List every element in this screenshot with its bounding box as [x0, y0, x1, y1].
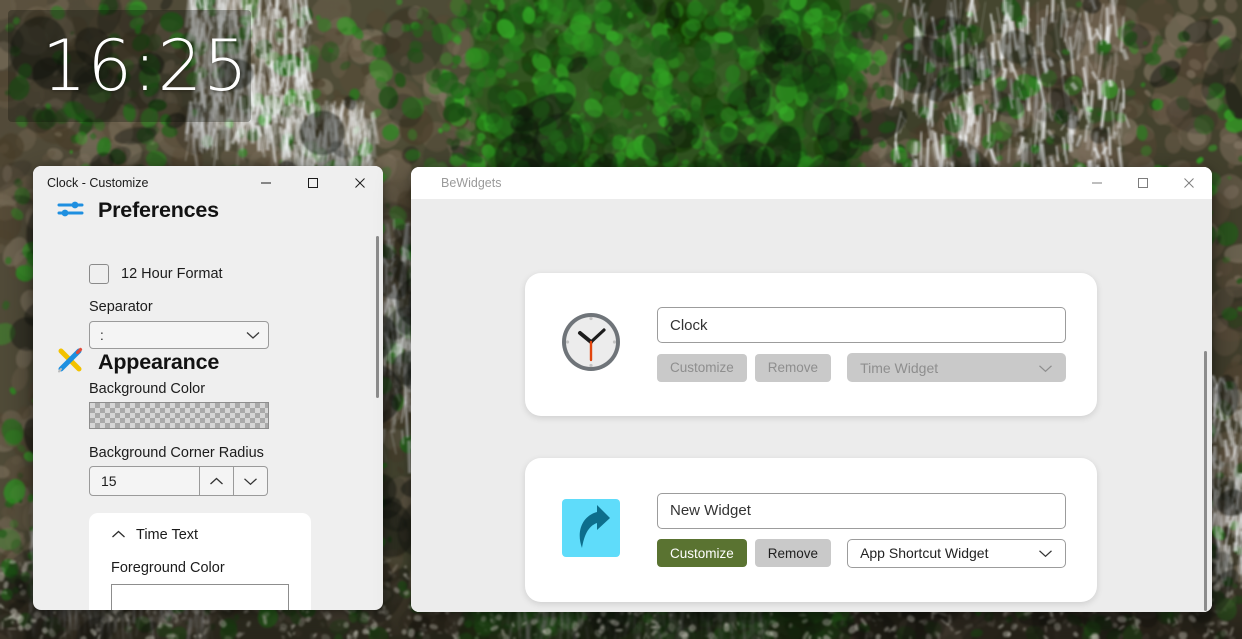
separator-select[interactable]: :: [89, 321, 269, 349]
widget-name-input[interactable]: Clock: [657, 307, 1066, 343]
chevron-down-icon: [1038, 545, 1053, 561]
stepper-down-icon[interactable]: [234, 466, 268, 496]
widget-icon-slot: [525, 496, 657, 565]
bewidgets-titlebar[interactable]: BeWidgets: [411, 167, 1212, 199]
time-text-header[interactable]: Time Text: [89, 527, 311, 543]
clock-window-titlebar[interactable]: Clock - Customize: [33, 166, 383, 200]
desktop: 16:25 Clock - Customize Preferences 12 H…: [0, 0, 1242, 639]
pencil-ruler-icon: [57, 347, 84, 378]
background-corner-radius-label: Background Corner Radius: [89, 445, 264, 461]
foreground-color-swatch[interactable]: [111, 584, 289, 610]
widget-card-clock[interactable]: Clock Customize Remove Time Widget: [525, 273, 1097, 416]
customize-button[interactable]: Customize: [657, 539, 747, 567]
stepper-up-icon[interactable]: [200, 466, 234, 496]
maximize-icon[interactable]: [1120, 167, 1166, 199]
preferences-heading: Preferences: [98, 200, 219, 222]
corner-radius-stepper[interactable]: 15: [89, 466, 268, 496]
twelve-hour-format-row[interactable]: 12 Hour Format: [33, 264, 223, 284]
chevron-up-icon[interactable]: [111, 527, 126, 543]
widget-name-input[interactable]: New Widget: [657, 492, 1066, 529]
clock-customize-window[interactable]: Clock - Customize Preferences 12 Hour Fo…: [33, 166, 383, 610]
widget-card-new-widget[interactable]: New Widget Customize Remove App Shortcut…: [525, 458, 1097, 602]
analog-clock-icon: [559, 310, 623, 379]
remove-button[interactable]: Remove: [754, 353, 832, 382]
widget-type-select[interactable]: App Shortcut Widget: [847, 538, 1066, 568]
corner-radius-value[interactable]: 15: [89, 466, 200, 496]
bewidgets-window-controls: [1074, 167, 1212, 199]
time-text-subcard: Time Text Foreground Color: [89, 513, 311, 610]
chevron-down-icon: [246, 328, 260, 343]
background-color-swatch[interactable]: [89, 402, 269, 429]
clock-window-title: Clock - Customize: [47, 176, 149, 190]
bewidgets-content: Clock Customize Remove Time Widget New W…: [411, 199, 1212, 612]
chevron-down-icon: [1038, 360, 1053, 376]
appearance-section-header: Appearance: [33, 347, 219, 378]
time-text-heading: Time Text: [136, 527, 199, 543]
foreground-color-label: Foreground Color: [111, 560, 225, 576]
widget-button-row: Customize Remove Time Widget: [657, 353, 1066, 382]
clock-window-content: Preferences 12 Hour Format Separator : A…: [33, 200, 383, 610]
minimize-icon[interactable]: [242, 166, 289, 200]
separator-label: Separator: [89, 299, 153, 315]
app-shortcut-icon: [562, 496, 620, 565]
minimize-icon[interactable]: [1074, 167, 1120, 199]
close-icon[interactable]: [336, 166, 383, 200]
background-color-label: Background Color: [89, 381, 206, 397]
customize-button[interactable]: Customize: [657, 353, 747, 382]
maximize-icon[interactable]: [289, 166, 336, 200]
widget-icon-slot: [525, 310, 657, 379]
appearance-heading: Appearance: [98, 350, 220, 374]
remove-button[interactable]: Remove: [754, 539, 832, 567]
desktop-clock-widget[interactable]: 16:25: [8, 10, 251, 122]
bewidgets-window[interactable]: BeWidgets Clock Customize Remove Time Wi…: [411, 167, 1212, 612]
sliders-icon: [57, 200, 84, 225]
widget-fields: Clock Customize Remove Time Widget: [657, 307, 1097, 382]
widget-type-value: Time Widget: [860, 359, 939, 376]
bewidgets-window-title: BeWidgets: [441, 176, 502, 190]
clock-window-controls: [242, 166, 383, 200]
preferences-section-header: Preferences: [33, 200, 219, 225]
separator-value: :: [100, 327, 104, 343]
twelve-hour-format-label: 12 Hour Format: [121, 266, 223, 282]
widget-type-select[interactable]: Time Widget: [847, 353, 1066, 382]
close-icon[interactable]: [1166, 167, 1212, 199]
clock-widget-time: 16:25: [42, 25, 249, 107]
bewidgets-scrollbar[interactable]: [1204, 351, 1207, 611]
twelve-hour-format-checkbox[interactable]: [89, 264, 109, 284]
clock-window-scrollbar[interactable]: [376, 236, 379, 398]
widget-fields: New Widget Customize Remove App Shortcut…: [657, 492, 1097, 568]
widget-type-value: App Shortcut Widget: [860, 545, 989, 561]
widget-button-row: Customize Remove App Shortcut Widget: [657, 538, 1066, 568]
